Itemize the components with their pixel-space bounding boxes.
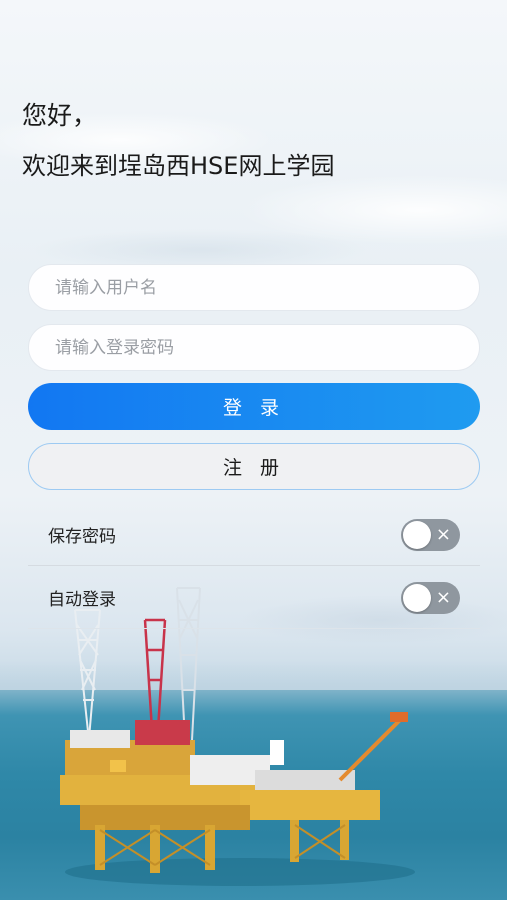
close-icon: × [435, 523, 451, 545]
greeting-text: 您好， [22, 101, 98, 130]
toggle-knob [403, 520, 431, 549]
auto-login-row: 自动登录 × [28, 567, 480, 629]
username-field[interactable] [28, 264, 480, 311]
username-input[interactable] [55, 277, 479, 298]
save-password-row: 保存密码 × [28, 504, 480, 566]
password-field[interactable] [28, 324, 480, 371]
save-password-toggle[interactable]: × [401, 518, 460, 551]
register-button[interactable]: 注 册 [28, 443, 480, 490]
close-icon: × [435, 586, 451, 608]
password-input[interactable] [55, 337, 479, 358]
auto-login-label: 自动登录 [48, 590, 116, 610]
toggle-knob [403, 583, 431, 612]
welcome-title: 欢迎来到埕岛西HSE网上学园 [22, 152, 335, 180]
login-button[interactable]: 登 录 [28, 383, 480, 430]
save-password-label: 保存密码 [48, 527, 116, 547]
auto-login-toggle[interactable]: × [401, 581, 460, 614]
